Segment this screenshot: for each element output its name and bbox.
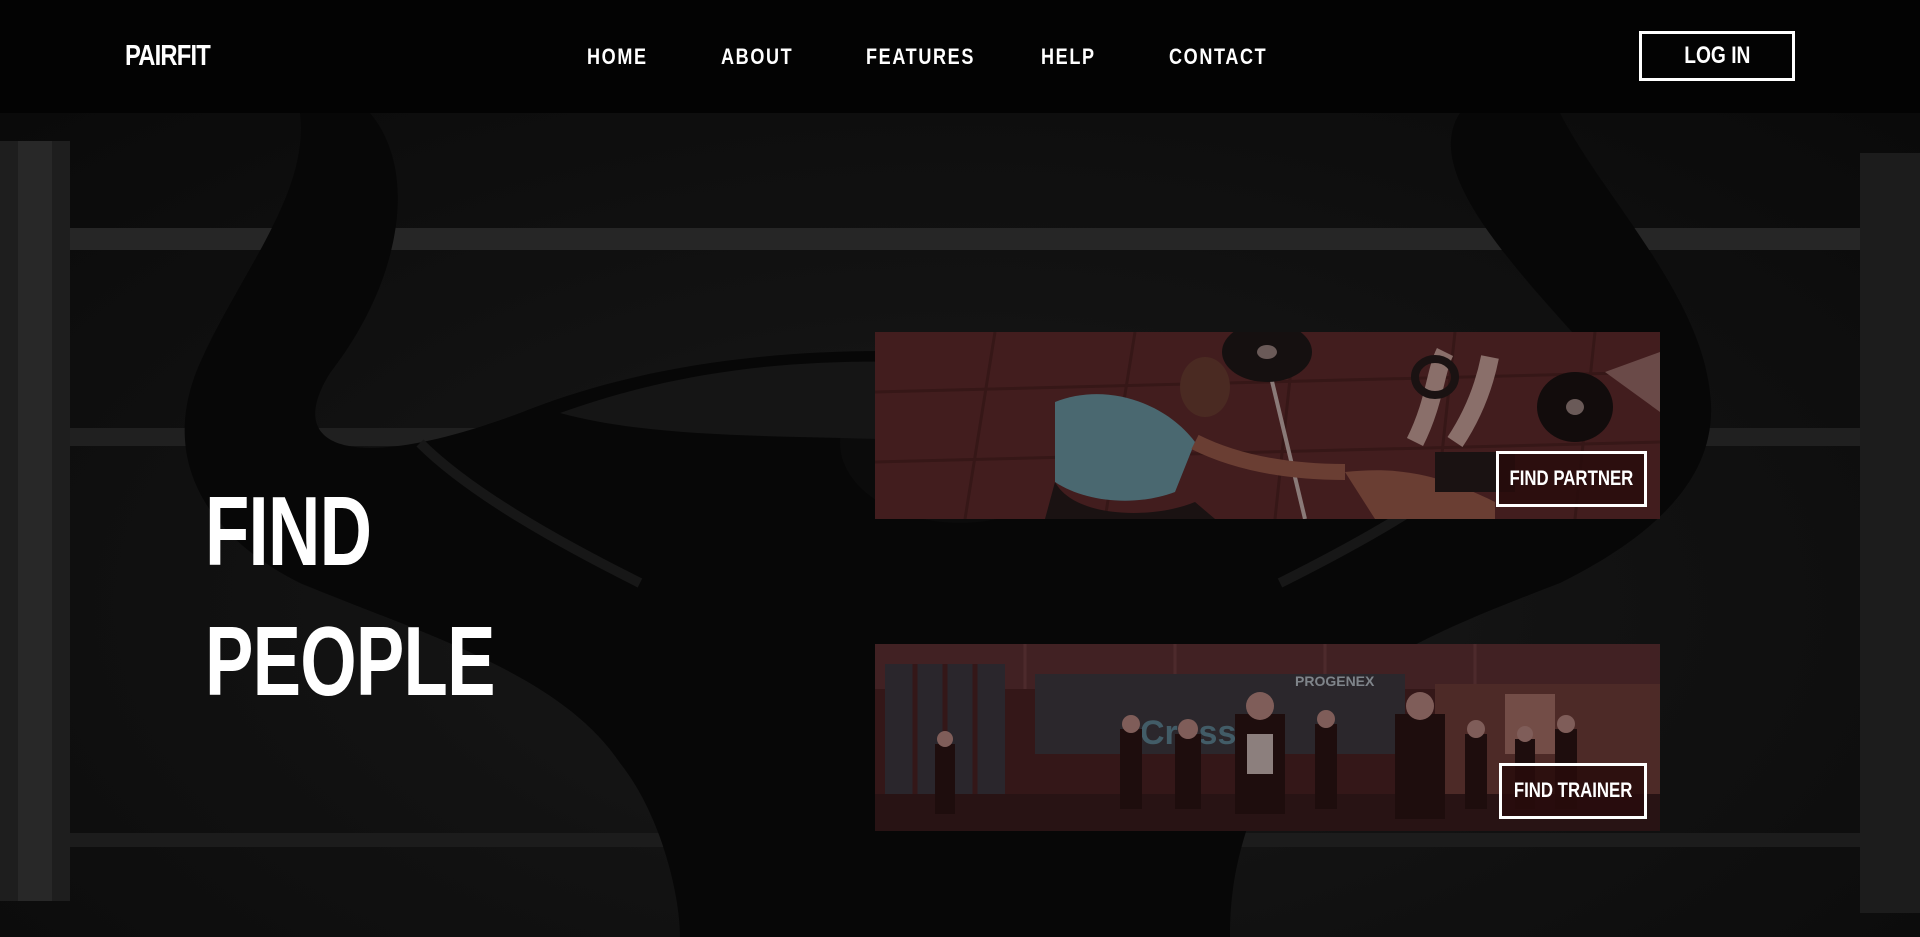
find-partner-card[interactable]: FIND PARTNER [875, 332, 1660, 519]
login-button-label: LOG IN [1683, 42, 1751, 69]
login-button[interactable]: LOG IN [1639, 31, 1795, 81]
main-nav: HOME ABOUT FEATURES HELP CONTACT [0, 44, 1920, 74]
headline-line-find: FIND [205, 476, 372, 586]
find-partner-button-label: FIND PARTNER [1509, 467, 1634, 490]
nav-about[interactable]: ABOUT [721, 44, 793, 70]
nav-contact[interactable]: CONTACT [1169, 44, 1267, 70]
hero-headline: FIND PEOPLE [205, 466, 495, 726]
nav-home[interactable]: HOME [587, 44, 648, 70]
find-trainer-card[interactable]: CrossFit PROGENEX FIND TRAINER [875, 644, 1660, 831]
find-trainer-button-label: FIND TRAINER [1513, 779, 1633, 802]
find-trainer-button[interactable]: FIND TRAINER [1499, 763, 1647, 819]
hero-background: FIND PEOPLE FIND PARTNER CrossFit PROGEN… [0, 113, 1920, 937]
site-header: PAIRFIT HOME ABOUT FEATURES HELP CONTACT… [0, 0, 1920, 113]
nav-help[interactable]: HELP [1041, 44, 1096, 70]
nav-features[interactable]: FEATURES [866, 44, 975, 70]
find-partner-button[interactable]: FIND PARTNER [1496, 451, 1647, 507]
headline-line-people: PEOPLE [205, 606, 495, 716]
